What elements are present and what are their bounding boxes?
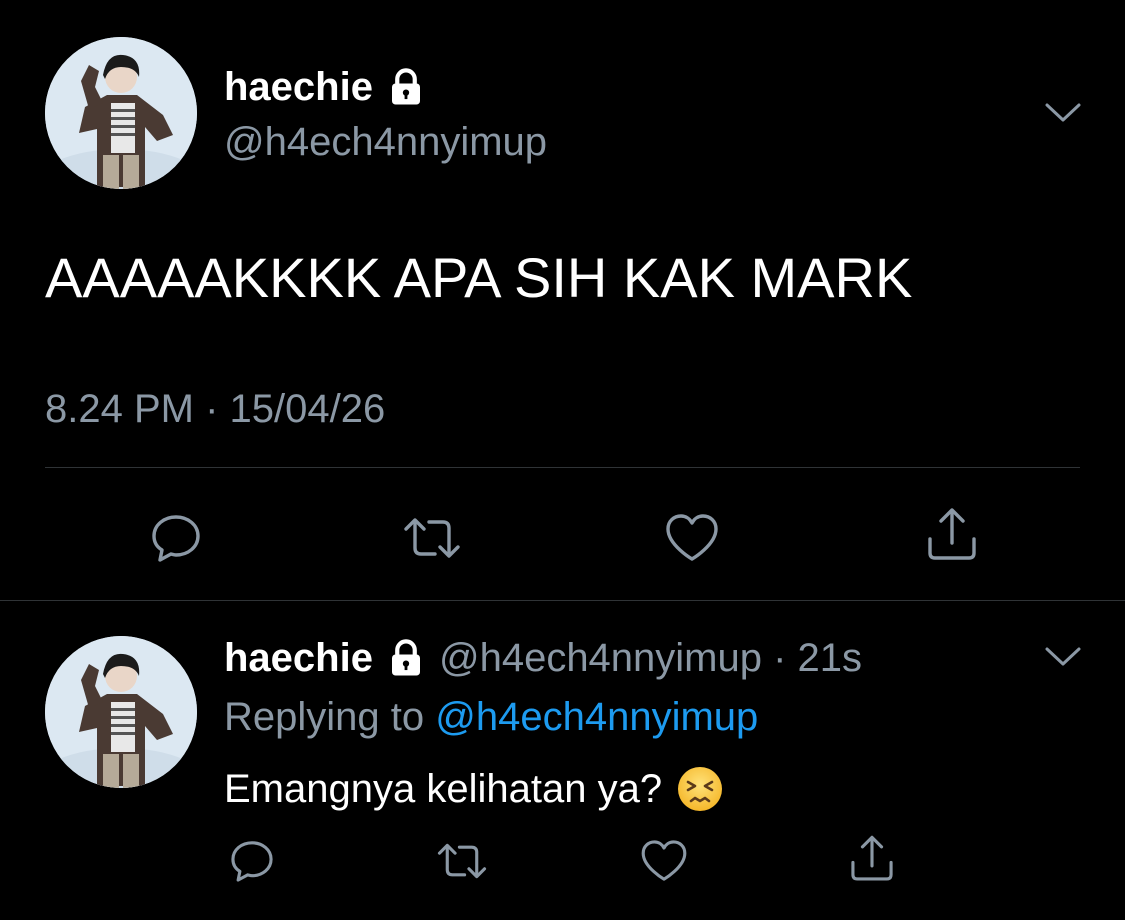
like-button[interactable] <box>638 835 690 887</box>
avatar-image <box>45 636 197 788</box>
reply-tweet-body: Emangnya kelihatan ya? <box>224 767 663 811</box>
share-button[interactable] <box>922 505 982 565</box>
share-button[interactable] <box>846 833 898 885</box>
main-tweet-author[interactable]: haechie <box>224 63 427 111</box>
display-name[interactable]: haechie <box>224 634 373 682</box>
reply-button[interactable] <box>226 835 278 887</box>
reply-button[interactable] <box>146 508 206 568</box>
display-name[interactable]: haechie <box>224 63 373 111</box>
share-icon <box>851 835 893 881</box>
chevron-down-icon[interactable] <box>1044 646 1082 668</box>
reply-tweet-avatar[interactable] <box>45 636 197 788</box>
reply-tweet-meta[interactable]: @h4ech4nnyimup · 21s <box>439 634 862 682</box>
avatar-image <box>45 37 197 189</box>
lock-icon <box>385 66 427 108</box>
replying-to-line: Replying to @h4ech4nnyimup <box>224 693 758 741</box>
divider <box>0 600 1125 601</box>
reply-icon <box>152 515 200 562</box>
share-icon <box>928 508 976 560</box>
main-tweet-timestamp[interactable]: 8.24 PM · 15/04/26 <box>45 385 385 433</box>
reply-tweet-text: Emangnya kelihatan ya? <box>224 764 724 814</box>
like-icon <box>641 840 687 881</box>
chevron-down-icon[interactable] <box>1044 102 1082 124</box>
replying-handle-link[interactable]: @h4ech4nnyimup <box>435 695 758 739</box>
main-tweet-avatar[interactable] <box>45 37 197 189</box>
replying-prefix: Replying to <box>224 695 425 739</box>
retweet-button[interactable] <box>436 835 488 887</box>
divider <box>45 467 1080 468</box>
reply-icon <box>231 841 273 882</box>
reply-tweet-header: haechie @h4ech4nnyimup · 21s <box>224 634 862 682</box>
main-tweet-text: AAAAAKKKK APA SIH KAK MARK <box>45 246 913 309</box>
lock-icon <box>385 637 427 679</box>
persevering-face-emoji <box>676 765 724 813</box>
like-button[interactable] <box>662 508 722 568</box>
retweet-icon <box>437 843 487 879</box>
like-icon <box>666 514 718 561</box>
retweet-button[interactable] <box>402 508 462 568</box>
main-tweet-handle[interactable]: @h4ech4nnyimup <box>224 118 547 166</box>
retweet-icon <box>404 518 460 558</box>
